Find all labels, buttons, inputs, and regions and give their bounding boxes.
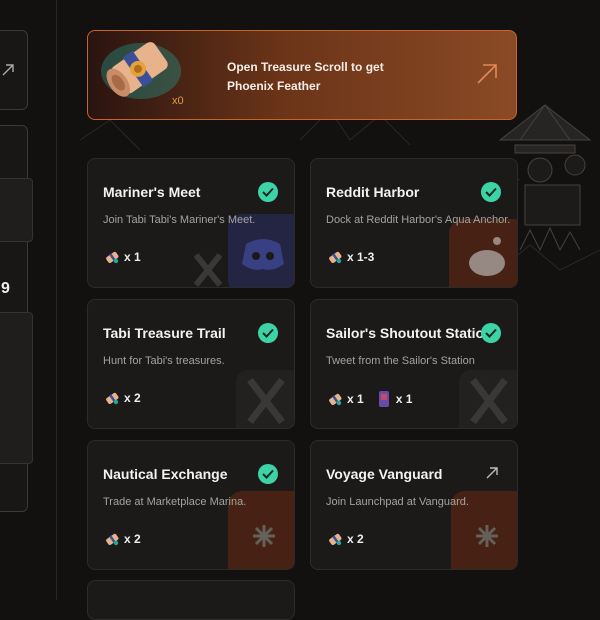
card-item-icon xyxy=(378,391,389,407)
scroll-icon xyxy=(329,393,342,406)
banner-line-1: Open Treasure Scroll to get xyxy=(227,60,384,74)
reward-item: x 2 xyxy=(104,531,141,547)
x-logo-icon xyxy=(459,370,517,428)
check-icon xyxy=(258,182,278,202)
scroll-icon xyxy=(106,251,119,264)
card-reward: x 2 xyxy=(104,390,149,406)
reward-item: x 2 xyxy=(104,390,141,406)
quest-card-sailorsshoutout[interactable]: Sailor's Shoutout Station Tweet from the… xyxy=(310,299,518,429)
scroll-icon xyxy=(106,392,119,405)
x-logo-icon xyxy=(236,370,294,428)
card-title: Voyage Vanguard xyxy=(326,466,443,482)
card-desc: Join Tabi Tabi's Mariner's Meet. xyxy=(103,214,256,226)
quest-card-nauticalexchange[interactable]: Nautical Exchange Trade at Marketplace M… xyxy=(87,440,295,570)
reward-text: x 2 xyxy=(347,532,364,546)
scroll-icon xyxy=(329,533,342,546)
quest-card-redditharbor[interactable]: Reddit Harbor Dock at Reddit Harbor's Aq… xyxy=(310,158,518,288)
card-title: Reddit Harbor xyxy=(326,184,420,200)
check-icon xyxy=(481,182,501,202)
scroll-icon xyxy=(329,251,342,264)
card-desc: Trade at Marketplace Marina. xyxy=(103,496,247,508)
quest-card-marinersmeet[interactable]: Mariner's Meet Join Tabi Tabi's Mariner'… xyxy=(87,158,295,288)
card-title: Tabi Treasure Trail xyxy=(103,325,226,341)
card-title: Sailor's Shoutout Station xyxy=(326,325,493,341)
card-reward: x 2 xyxy=(104,531,149,547)
left-panel-stats: 9 xyxy=(0,125,33,512)
card-reward: x 1-3 xyxy=(327,249,382,265)
reward-text: x 1 xyxy=(124,250,141,264)
quest-card-partial[interactable] xyxy=(87,580,295,620)
arrow-up-right-icon[interactable] xyxy=(476,63,498,85)
reddit-icon xyxy=(449,219,517,287)
banner-text: Open Treasure Scroll to get Phoenix Feat… xyxy=(227,58,427,96)
reward-text: x 1 xyxy=(395,392,413,406)
quest-card-tabitreasuretrail[interactable]: Tabi Treasure Trail Hunt for Tabi's trea… xyxy=(87,299,295,429)
scroll-count: x0 xyxy=(172,95,184,107)
treasure-scroll-banner[interactable]: x0 Open Treasure Scroll to get Phoenix F… xyxy=(87,30,517,120)
reward-item: x 1 xyxy=(376,390,413,408)
check-icon xyxy=(258,323,278,343)
left-divider xyxy=(56,0,57,600)
reward-text: x 2 xyxy=(124,391,141,405)
reward-item: x 2 xyxy=(327,531,364,547)
arrow-up-right-icon xyxy=(2,64,14,76)
reward-item: x 1 xyxy=(104,249,141,265)
card-desc: Tweet from the Sailor's Station xyxy=(326,355,475,367)
scroll-icon xyxy=(106,533,119,546)
left-inner-box-2 xyxy=(0,312,33,464)
reward-item: x 1 xyxy=(327,391,364,407)
card-desc: Dock at Reddit Harbor's Aqua Anchor. xyxy=(326,214,511,226)
card-title: Nautical Exchange xyxy=(103,466,228,482)
card-reward: x 1 x 1 xyxy=(327,390,420,408)
reward-text: x 1 xyxy=(347,392,364,406)
quest-card-voyagevanguard[interactable]: Voyage Vanguard Join Launchpad at Vangua… xyxy=(310,440,518,570)
card-desc: Join Launchpad at Vanguard. xyxy=(326,496,469,508)
banner-line-2: Phoenix Feather xyxy=(227,79,321,93)
check-icon xyxy=(258,464,278,484)
left-panel-top[interactable] xyxy=(0,30,28,110)
reward-text: x 1-3 xyxy=(347,250,375,264)
reward-item: x 1-3 xyxy=(327,249,374,265)
card-title: Mariner's Meet xyxy=(103,184,201,200)
x-logo-icon xyxy=(193,253,223,287)
reward-text: x 2 xyxy=(124,532,141,546)
arrow-up-right-icon[interactable] xyxy=(485,466,499,480)
check-icon xyxy=(481,323,501,343)
left-partial-number: 9 xyxy=(1,280,10,297)
card-desc: Hunt for Tabi's treasures. xyxy=(103,355,225,367)
left-inner-box xyxy=(0,178,33,242)
card-reward: x 1 xyxy=(104,249,149,265)
card-reward: x 2 xyxy=(327,531,372,547)
